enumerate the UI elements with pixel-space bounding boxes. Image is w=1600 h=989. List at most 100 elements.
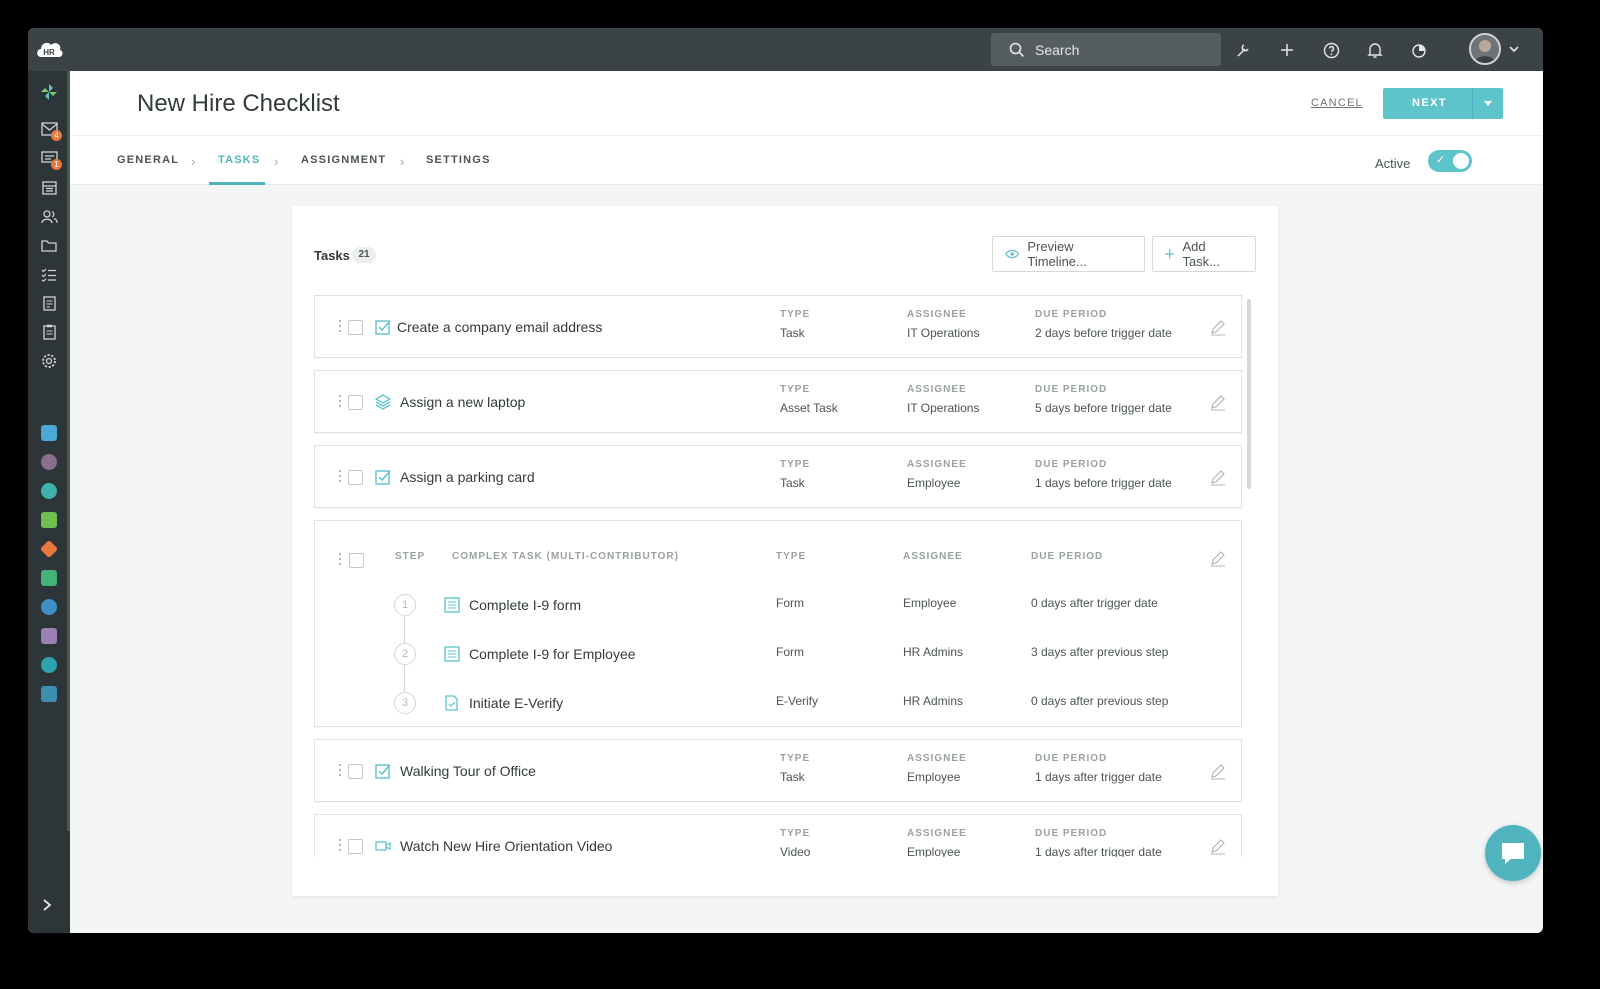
task-due-period: 1 days after trigger date: [1035, 770, 1162, 784]
app-analytics-icon[interactable]: [41, 425, 57, 441]
chevron-right-icon: ›: [400, 154, 405, 169]
main-content: New Hire Checklist CANCEL NEXT GENERAL ›…: [70, 71, 1543, 933]
step-name: Initiate E-Verify: [469, 695, 564, 711]
task-checkbox[interactable]: [348, 763, 363, 779]
task-list-scrollbar[interactable]: [1247, 299, 1251, 489]
step-assignee: HR Admins: [903, 645, 964, 659]
hr-cloud-logo[interactable]: HR: [34, 35, 64, 63]
task-due-period: 1 days before trigger date: [1035, 476, 1172, 490]
task-checkbox[interactable]: [348, 319, 363, 335]
pencil-icon[interactable]: [1209, 393, 1227, 411]
chat-bubble-icon: [1502, 843, 1524, 864]
chevron-right-icon: ›: [191, 154, 196, 169]
user-avatar[interactable]: [1469, 33, 1501, 65]
step-name: Complete I-9 form: [469, 597, 582, 613]
next-label: NEXT: [1412, 97, 1447, 109]
task-type: Task: [780, 326, 805, 340]
task-row[interactable]: Create a company email address TYPE Task…: [314, 295, 1242, 358]
task-due-period: 5 days before trigger date: [1035, 401, 1172, 415]
app-docs-icon[interactable]: [41, 686, 57, 702]
active-toggle[interactable]: ✓: [1428, 150, 1472, 172]
toggle-knob: [1453, 153, 1469, 169]
drag-handle-icon[interactable]: [339, 763, 343, 778]
pencil-icon[interactable]: [1209, 468, 1227, 486]
tab-assignment[interactable]: ASSIGNMENT: [301, 154, 386, 166]
app-profile-icon[interactable]: [41, 454, 57, 470]
task-due-period: 2 days before trigger date: [1035, 326, 1172, 340]
step-connector: [404, 665, 405, 695]
inbox-icon[interactable]: 4: [39, 119, 62, 141]
calendar-icon[interactable]: [39, 177, 59, 197]
drag-handle-icon[interactable]: [339, 394, 343, 409]
task-assignee: Employee: [907, 770, 961, 784]
top-bar: HR Search: [28, 28, 1543, 71]
gear-icon[interactable]: [39, 351, 59, 371]
next-button[interactable]: NEXT: [1383, 88, 1503, 119]
pencil-icon[interactable]: [1209, 318, 1227, 336]
chat-support-button[interactable]: [1485, 825, 1541, 881]
document-icon[interactable]: [39, 293, 59, 313]
type-header: TYPE: [780, 753, 811, 764]
preview-timeline-button[interactable]: Preview Timeline...: [992, 236, 1145, 272]
eye-icon: [1005, 249, 1020, 259]
clipboard-icon[interactable]: [39, 322, 59, 342]
next-dropdown-caret-icon[interactable]: [1472, 88, 1503, 119]
pinwheel-icon[interactable]: [39, 82, 59, 102]
plus-icon[interactable]: [1276, 39, 1298, 61]
folder-icon[interactable]: [39, 235, 59, 255]
tab-general[interactable]: GENERAL: [117, 154, 179, 166]
wizard-tabs: GENERAL › TASKS › ASSIGNMENT › SETTINGS …: [70, 136, 1543, 185]
app-search-icon[interactable]: [41, 483, 57, 499]
app-lookup-icon[interactable]: [41, 599, 57, 615]
timer-icon[interactable]: [1408, 39, 1430, 61]
task-checkbox[interactable]: [348, 394, 363, 410]
app-clock-icon[interactable]: [41, 657, 57, 673]
tab-settings[interactable]: SETTINGS: [426, 154, 491, 166]
task-type: Video: [780, 845, 811, 857]
plus-icon: [1165, 249, 1175, 259]
messages-badge: 1: [51, 159, 62, 170]
checklist-icon[interactable]: [39, 264, 59, 284]
help-icon[interactable]: [1320, 39, 1342, 61]
task-row[interactable]: Walking Tour of Office TYPE Task ASSIGNE…: [314, 739, 1242, 802]
search-box[interactable]: Search: [991, 33, 1221, 66]
app-reports-icon[interactable]: [41, 628, 57, 644]
pencil-icon[interactable]: [1209, 549, 1227, 567]
drag-handle-icon[interactable]: [339, 319, 343, 334]
tab-tasks[interactable]: TASKS: [218, 154, 260, 166]
app-monitor-icon[interactable]: [41, 570, 57, 586]
cancel-button[interactable]: CANCEL: [1311, 97, 1363, 109]
drag-handle-icon[interactable]: [339, 838, 343, 853]
chevron-down-icon[interactable]: [1508, 42, 1520, 60]
expand-sidebar-icon[interactable]: [42, 898, 52, 917]
pencil-icon[interactable]: [1209, 762, 1227, 780]
wrench-icon[interactable]: [1232, 39, 1254, 61]
task-checkbox[interactable]: [348, 838, 363, 854]
task-row[interactable]: Watch New Hire Orientation Video TYPE Vi…: [314, 814, 1242, 857]
task-checkbox[interactable]: [348, 469, 363, 485]
bell-icon[interactable]: [1364, 39, 1386, 61]
task-name: Walking Tour of Office: [400, 762, 536, 779]
drag-handle-icon[interactable]: [339, 469, 343, 484]
task-name: Create a company email address: [397, 318, 603, 335]
task-row[interactable]: Assign a parking card TYPE Task ASSIGNEE…: [314, 445, 1242, 508]
chat-list-icon[interactable]: 1: [39, 148, 62, 170]
people-icon[interactable]: [39, 206, 59, 226]
step-number: 2: [394, 643, 416, 665]
task-checkbox[interactable]: [349, 553, 364, 568]
drag-handle-icon[interactable]: [339, 553, 343, 567]
step-assignee: HR Admins: [903, 694, 964, 708]
app-growth-icon[interactable]: [41, 512, 57, 528]
preview-timeline-label: Preview Timeline...: [1027, 239, 1087, 269]
type-header: TYPE: [776, 551, 807, 562]
step-type: Form: [776, 645, 804, 659]
pencil-icon[interactable]: [1209, 837, 1227, 855]
task-assignee: Employee: [907, 476, 961, 490]
task-type: Task: [780, 476, 805, 490]
step-type: Form: [776, 596, 804, 610]
complex-task-row[interactable]: STEP COMPLEX TASK (MULTI-CONTRIBUTOR) TY…: [314, 520, 1242, 727]
task-row[interactable]: Assign a new laptop TYPE Asset Task ASSI…: [314, 370, 1242, 433]
app-diamond-icon[interactable]: [39, 539, 59, 559]
app-window: HR Search 4 1 New Hire Checklist CANCEL …: [28, 28, 1543, 933]
add-task-button[interactable]: Add Task...: [1152, 236, 1256, 272]
